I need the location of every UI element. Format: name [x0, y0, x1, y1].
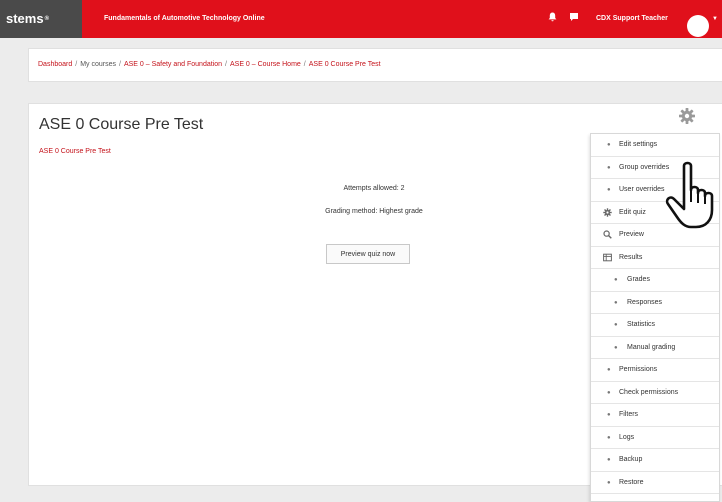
breadcrumb-course-home[interactable]: ASE 0 – Course Home — [230, 61, 301, 68]
bullet-icon: ● — [607, 434, 611, 441]
page-header: Dashboard / My courses / ASE 0 – Safety and … — [28, 48, 722, 82]
gear-icon — [603, 202, 614, 224]
menu-item-backup[interactable]: ● Backup — [591, 449, 719, 472]
menu-item-group-overrides[interactable]: ● Group overrides — [591, 157, 719, 179]
menu-item-label: Permissions — [619, 366, 658, 373]
menu-item-label: Question bank — [619, 494, 664, 501]
menu-item-grades[interactable]: ● Grades — [591, 269, 719, 292]
table-icon — [603, 247, 614, 269]
menu-item-label: Preview — [619, 231, 644, 238]
bullet-icon: ● — [607, 412, 611, 418]
bullet-icon: ● — [614, 299, 618, 306]
breadcrumb-current-quiz[interactable]: ASE 0 Course Pre Test — [309, 61, 381, 68]
bullet-icon: ● — [607, 457, 611, 463]
bullet-icon: ● — [607, 164, 611, 171]
page-title: ASE 0 Course Pre Test — [39, 116, 204, 133]
menu-item-check-permissions[interactable]: ● Check permissions — [591, 382, 719, 404]
menu-item-label: Results — [619, 253, 643, 261]
search-icon — [603, 224, 614, 246]
brand-name: stems — [6, 11, 44, 26]
menu-item-label: Edit settings — [619, 141, 658, 148]
breadcrumb-course[interactable]: ASE 0 – Safety and Foundation — [124, 61, 222, 68]
site-logo[interactable]: stems® — [0, 0, 82, 38]
messages-chat-icon[interactable] — [569, 0, 579, 38]
menu-item-manual-grading[interactable]: ● Manual grading — [591, 337, 719, 359]
menu-item-user-overrides[interactable]: ● User overrides — [591, 179, 719, 202]
user-menu-caret-icon[interactable]: ▼ — [712, 0, 718, 38]
bullet-icon: ● — [607, 142, 611, 148]
menu-item-label: Backup — [619, 456, 643, 463]
bullet-icon: ● — [607, 494, 611, 501]
menu-item-label: User overrides — [619, 186, 665, 193]
top-navbar: stems® Fundamentals of Automotive Techno… — [0, 0, 722, 38]
bullet-icon: ● — [607, 367, 611, 373]
menu-item-label: Group overrides — [619, 163, 670, 171]
menu-item-results[interactable]: Results — [591, 247, 719, 269]
menu-item-label: Statistics — [627, 321, 656, 328]
menu-item-filters[interactable]: ● Filters — [591, 404, 719, 427]
menu-item-responses[interactable]: ● Responses — [591, 292, 719, 314]
menu-item-permissions[interactable]: ● Permissions — [591, 359, 719, 382]
breadcrumb: Dashboard / My courses / ASE 0 – Safety and … — [38, 61, 381, 68]
menu-item-edit-settings[interactable]: ● Edit settings — [591, 134, 719, 157]
settings-gear-icon[interactable] — [678, 107, 696, 125]
breadcrumb-separator: / — [119, 61, 121, 68]
menu-item-label: Restore — [619, 478, 644, 486]
user-menu-name[interactable]: CDX Support Teacher — [596, 0, 668, 38]
menu-item-restore[interactable]: ● Restore — [591, 472, 719, 494]
menu-item-preview[interactable]: Preview — [591, 224, 719, 247]
registered-mark: ® — [44, 16, 49, 22]
breadcrumb-dashboard[interactable]: Dashboard — [38, 61, 72, 68]
menu-item-edit-quiz[interactable]: Edit quiz — [591, 202, 719, 224]
bullet-icon: ● — [607, 479, 611, 486]
breadcrumb-separator: / — [75, 61, 78, 68]
bullet-icon: ● — [614, 277, 618, 283]
site-title[interactable]: Fundamentals of Automotive Technology On… — [104, 0, 265, 38]
menu-item-label: Check permissions — [619, 388, 679, 396]
bullet-icon: ● — [607, 187, 611, 193]
bullet-icon: ● — [607, 389, 611, 396]
menu-item-label: Responses — [627, 298, 663, 306]
menu-item-label: Edit quiz — [619, 208, 646, 216]
menu-item-label: Manual grading — [627, 343, 676, 351]
menu-item-question-bank[interactable]: ● Question bank — [591, 494, 719, 501]
preview-quiz-button[interactable]: Preview quiz now — [326, 244, 410, 264]
menu-item-statistics[interactable]: ● Statistics — [591, 314, 719, 337]
menu-item-logs[interactable]: ● Logs — [591, 427, 719, 449]
menu-item-label: Filters — [619, 411, 639, 418]
quiz-administration-menu: ● Edit settings ● Group overrides ● User over… — [590, 133, 720, 502]
breadcrumb-my-courses[interactable]: My courses — [80, 61, 116, 68]
user-avatar[interactable] — [687, 15, 709, 37]
menu-item-label: Grades — [627, 276, 650, 283]
bullet-icon: ● — [614, 322, 618, 328]
breadcrumb-separator: / — [225, 61, 227, 68]
menu-item-label: Logs — [619, 433, 635, 441]
quiz-name-link[interactable]: ASE 0 Course Pre Test — [39, 148, 111, 155]
notification-bell-icon[interactable] — [548, 0, 557, 38]
bullet-icon: ● — [614, 344, 618, 351]
breadcrumb-separator: / — [303, 61, 306, 68]
